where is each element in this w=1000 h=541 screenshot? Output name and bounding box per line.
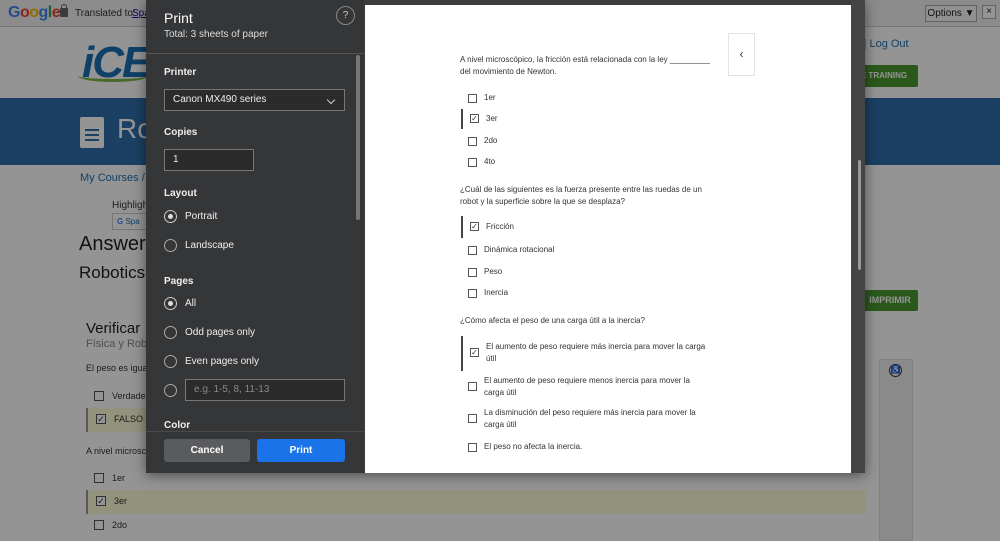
question-2: ¿Cuál de las siguientes es la fuerza pre… xyxy=(460,185,702,206)
copies-label: Copies xyxy=(164,127,198,138)
list-item: El peso no afecta la inercia. xyxy=(461,441,721,453)
list-item: 2do xyxy=(461,135,721,147)
question-3: ¿Cómo afecta el peso de una carga útil a… xyxy=(460,316,645,325)
list-item: Peso xyxy=(461,266,721,278)
list-item: La disminución del peso requiere más ine… xyxy=(461,407,721,431)
list-item: ✓ El aumento de peso requiere más inercia… xyxy=(461,336,721,371)
checkbox xyxy=(468,382,477,391)
list-item: Inercia xyxy=(461,287,721,299)
option-label: 1er xyxy=(484,93,496,102)
option-label: El aumento de peso requiere más inercia … xyxy=(486,342,706,363)
option-label: Inercia xyxy=(484,288,509,297)
checkbox xyxy=(468,246,477,255)
checkbox xyxy=(468,94,477,103)
pages-all-radio[interactable] xyxy=(164,297,177,310)
cancel-button[interactable]: Cancel xyxy=(164,439,250,462)
checkbox-checked: ✓ xyxy=(470,348,479,357)
odd-pages-radio[interactable] xyxy=(164,326,177,339)
landscape-label[interactable]: Landscape xyxy=(185,240,234,251)
copies-input[interactable]: 1 xyxy=(164,149,254,171)
option-label: Fricción xyxy=(486,222,515,231)
chevron-left-icon[interactable]: ‹ xyxy=(728,33,755,76)
checkbox xyxy=(468,268,477,277)
checkbox-checked: ✓ xyxy=(470,222,479,231)
checkbox-checked: ✓ xyxy=(470,114,479,123)
color-label: Color xyxy=(164,420,191,431)
printer-label: Printer xyxy=(164,67,197,78)
list-item: ✓ Fricción xyxy=(461,216,721,238)
checkbox xyxy=(468,443,477,452)
even-pages-label[interactable]: Even pages only xyxy=(185,356,259,367)
preview-scrollbar[interactable] xyxy=(858,160,861,270)
option-label: 4to xyxy=(484,157,496,166)
option-label: El aumento de peso requiere menos inerci… xyxy=(484,376,690,397)
printer-select[interactable]: Canon MX490 series xyxy=(164,89,345,111)
custom-pages-radio[interactable] xyxy=(164,384,177,397)
odd-pages-label[interactable]: Odd pages only xyxy=(185,327,255,338)
option-label: La disminución del peso requiere más ine… xyxy=(484,408,696,429)
option-label: Dinámica rotacional xyxy=(484,245,555,254)
print-preview-page: ‹ A nivel microscópico, la fricción está… xyxy=(365,5,851,473)
print-dialog: Print Total: 3 sheets of paper ? Printer… xyxy=(146,0,865,473)
checkbox xyxy=(468,137,477,146)
page-range-input[interactable]: e.g. 1-5, 8, 11-13 xyxy=(185,379,345,401)
list-item: Dinámica rotacional xyxy=(461,244,721,256)
checkbox xyxy=(468,414,477,423)
option-label: 3er xyxy=(486,114,498,123)
checkbox xyxy=(468,158,477,167)
print-button[interactable]: Print xyxy=(257,439,345,462)
layout-label: Layout xyxy=(164,188,197,199)
even-pages-radio[interactable] xyxy=(164,355,177,368)
option-label: Peso xyxy=(484,267,503,276)
list-item: ✓ 3er xyxy=(461,109,721,129)
option-label: El peso no afecta la inercia. xyxy=(484,442,583,451)
divider xyxy=(146,53,364,54)
list-item: 1er xyxy=(461,92,721,104)
sheet-total: Total: 3 sheets of paper xyxy=(164,29,268,40)
pages-label: Pages xyxy=(164,276,194,287)
list-item: El aumento de peso requiere menos inerci… xyxy=(461,375,721,399)
option-label: 2do xyxy=(484,136,498,145)
print-settings-panel: Print Total: 3 sheets of paper ? Printer… xyxy=(146,0,364,473)
portrait-radio[interactable] xyxy=(164,210,177,223)
landscape-radio[interactable] xyxy=(164,239,177,252)
list-item: 4to xyxy=(461,156,721,168)
print-title: Print xyxy=(164,10,193,26)
portrait-label[interactable]: Portrait xyxy=(185,211,217,222)
chevron-down-icon xyxy=(326,95,336,105)
question-1: A nivel microscópico, la fricción está r… xyxy=(460,55,710,76)
help-icon[interactable]: ? xyxy=(336,6,355,25)
pages-all-label[interactable]: All xyxy=(185,298,196,309)
settings-scrollbar[interactable] xyxy=(356,55,360,220)
checkbox xyxy=(468,289,477,298)
printer-value: Canon MX490 series xyxy=(173,94,267,105)
